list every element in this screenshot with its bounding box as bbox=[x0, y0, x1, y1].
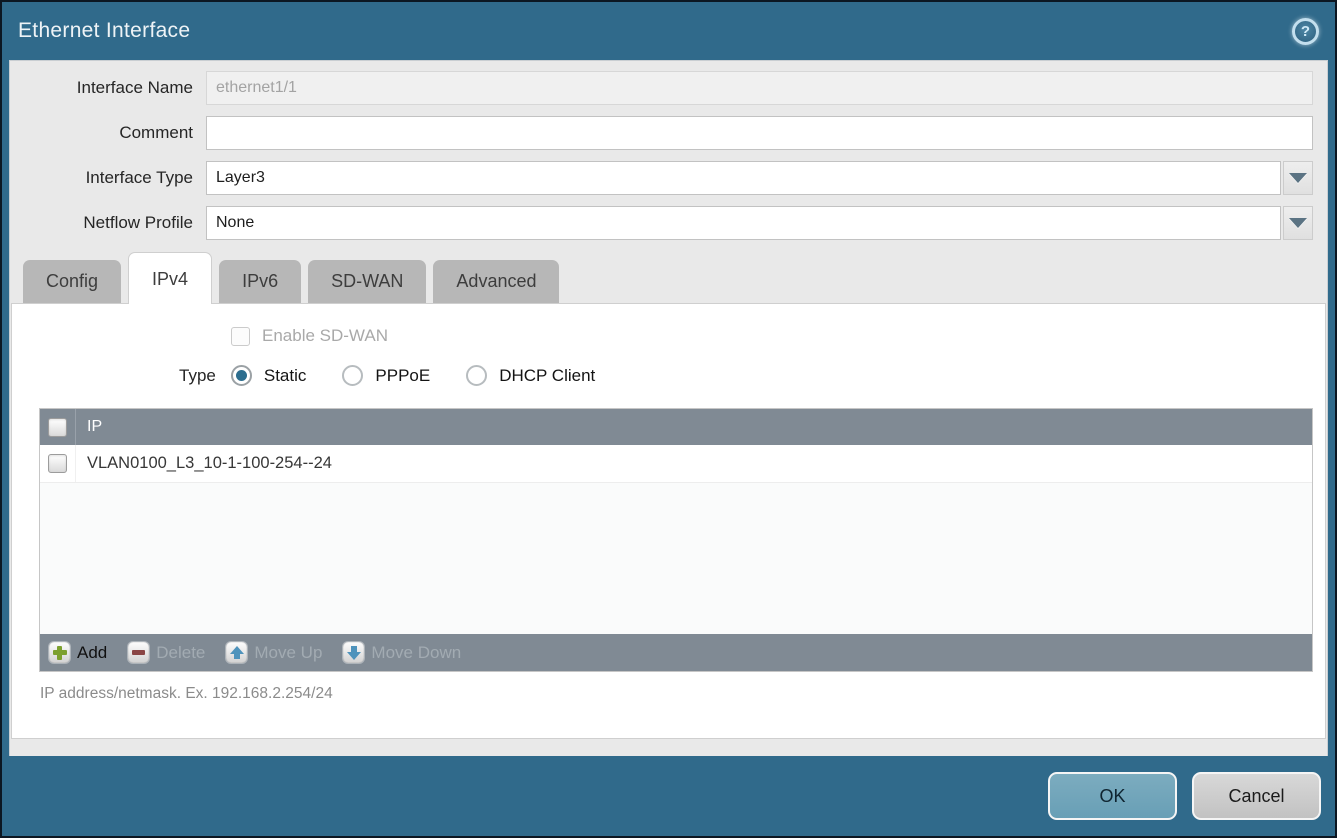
ip-table: IP VLAN0100_L3_10-1-100-254--24 Add bbox=[39, 408, 1313, 672]
table-row[interactable]: VLAN0100_L3_10-1-100-254--24 bbox=[40, 445, 1312, 483]
ethernet-interface-dialog: Ethernet Interface ? Interface Name Comm… bbox=[0, 0, 1337, 838]
tab-sd-wan[interactable]: SD-WAN bbox=[308, 260, 426, 303]
row-checkbox-cell bbox=[40, 445, 76, 482]
minus-icon bbox=[128, 642, 149, 663]
tab-ipv6[interactable]: IPv6 bbox=[219, 260, 301, 303]
radio-option-dhcp-client[interactable]: DHCP Client bbox=[466, 365, 595, 386]
interface-name-label: Interface Name bbox=[10, 78, 206, 98]
comment-input[interactable] bbox=[206, 116, 1313, 150]
interface-type-row: Interface Type bbox=[10, 161, 1313, 195]
delete-button: Delete bbox=[128, 642, 205, 663]
tab-strip: Config IPv4 IPv6 SD-WAN Advanced bbox=[10, 251, 1327, 303]
netflow-profile-dropdown-button[interactable] bbox=[1283, 206, 1313, 240]
radio-unselected-icon bbox=[342, 365, 363, 386]
radio-option-pppoe[interactable]: PPPoE bbox=[342, 365, 430, 386]
ipv4-tab-panel: Enable SD-WAN Type Static PPPoE DHCP Cli… bbox=[11, 303, 1326, 739]
row-checkbox[interactable] bbox=[48, 454, 67, 473]
radio-label: PPPoE bbox=[375, 366, 430, 386]
netflow-profile-input[interactable] bbox=[206, 206, 1281, 240]
add-button-label: Add bbox=[77, 643, 107, 663]
cancel-button[interactable]: Cancel bbox=[1192, 772, 1321, 820]
tab-config[interactable]: Config bbox=[23, 260, 121, 303]
ok-button[interactable]: OK bbox=[1048, 772, 1177, 820]
ip-cell-value: VLAN0100_L3_10-1-100-254--24 bbox=[76, 454, 332, 473]
enable-sdwan-checkbox bbox=[231, 327, 250, 346]
ip-column-header: IP bbox=[76, 418, 102, 436]
interface-type-label: Interface Type bbox=[10, 168, 206, 188]
interface-name-row: Interface Name bbox=[10, 71, 1313, 105]
comment-label: Comment bbox=[10, 123, 206, 143]
type-label: Type bbox=[179, 366, 216, 386]
radio-selected-icon bbox=[231, 365, 252, 386]
netflow-profile-label: Netflow Profile bbox=[10, 213, 206, 233]
radio-label: Static bbox=[264, 366, 307, 386]
enable-sdwan-label: Enable SD-WAN bbox=[262, 326, 388, 346]
add-button[interactable]: Add bbox=[49, 642, 107, 663]
interface-type-dropdown-button[interactable] bbox=[1283, 161, 1313, 195]
select-all-checkbox[interactable] bbox=[48, 418, 67, 437]
ip-table-header: IP bbox=[40, 409, 1312, 445]
type-radio-group: Type Static PPPoE DHCP Client bbox=[12, 365, 1325, 386]
dialog-body: Interface Name Comment Interface Type Ne… bbox=[9, 60, 1328, 756]
netflow-profile-row: Netflow Profile bbox=[10, 206, 1313, 240]
ip-format-hint: IP address/netmask. Ex. 192.168.2.254/24 bbox=[40, 685, 1325, 703]
comment-row: Comment bbox=[10, 116, 1313, 150]
move-up-button-label: Move Up bbox=[254, 643, 322, 663]
interface-name-input bbox=[206, 71, 1313, 105]
enable-sdwan-row: Enable SD-WAN bbox=[12, 326, 1325, 346]
arrow-down-icon bbox=[343, 642, 364, 663]
tab-ipv4[interactable]: IPv4 bbox=[128, 252, 212, 304]
radio-option-static[interactable]: Static bbox=[231, 365, 307, 386]
tab-advanced[interactable]: Advanced bbox=[433, 260, 559, 303]
radio-label: DHCP Client bbox=[499, 366, 595, 386]
radio-unselected-icon bbox=[466, 365, 487, 386]
table-toolbar: Add Delete Move Up Move Down bbox=[40, 634, 1312, 671]
dialog-title: Ethernet Interface bbox=[18, 19, 190, 43]
move-down-button: Move Down bbox=[343, 642, 461, 663]
help-question-icon[interactable]: ? bbox=[1292, 18, 1319, 45]
delete-button-label: Delete bbox=[156, 643, 205, 663]
title-bar: Ethernet Interface ? bbox=[2, 2, 1335, 60]
select-all-cell bbox=[40, 409, 76, 445]
move-up-button: Move Up bbox=[226, 642, 322, 663]
move-down-button-label: Move Down bbox=[371, 643, 461, 663]
plus-icon bbox=[49, 642, 70, 663]
dropdown-arrow-icon bbox=[1289, 218, 1307, 228]
dropdown-arrow-icon bbox=[1289, 173, 1307, 183]
interface-type-input[interactable] bbox=[206, 161, 1281, 195]
arrow-up-icon bbox=[226, 642, 247, 663]
dialog-footer: OK Cancel bbox=[2, 756, 1335, 836]
table-empty-area bbox=[40, 483, 1312, 634]
